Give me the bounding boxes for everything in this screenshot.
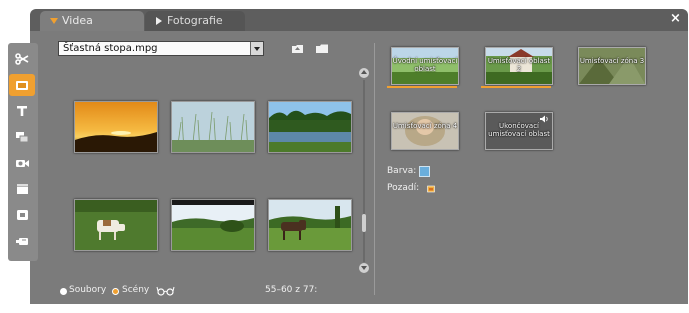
transition-tool-button[interactable]: [9, 126, 35, 148]
scenes-radio[interactable]: [112, 288, 119, 295]
title-icon: [17, 106, 27, 116]
glasses-icon[interactable]: [156, 286, 176, 296]
menu-button-4-label: Umisťovací zóna 4: [392, 122, 458, 130]
horse-image: [269, 200, 351, 250]
scissors-tool-button[interactable]: [9, 48, 35, 70]
menu-button-5[interactable]: Ukončovací umisťovací oblast: [485, 112, 553, 150]
title-tool-button[interactable]: [9, 100, 35, 122]
file-select-value: Šťastná stopa.mpg: [63, 43, 158, 54]
selection-underline: [387, 86, 457, 88]
plug-icon: [16, 237, 28, 245]
chevron-down-icon[interactable]: [250, 42, 263, 55]
menu-button-1[interactable]: Úvodní umisťovací oblast: [391, 47, 459, 85]
thumbnail-grass-sky[interactable]: [171, 101, 255, 153]
plug-tool-button[interactable]: [9, 230, 35, 252]
tab-videos-label: Videa: [62, 14, 93, 27]
menu-button-5-label: Ukončovací umisťovací oblast: [488, 122, 550, 138]
folder-up-icon[interactable]: [291, 43, 304, 54]
lake-image: [269, 102, 351, 152]
collapse-triangle-icon: [156, 17, 162, 25]
background-picker-icon[interactable]: [427, 185, 435, 193]
scroll-up-icon[interactable]: [359, 68, 369, 78]
menu-button-4[interactable]: Umisťovací zóna 4: [391, 112, 459, 150]
transition-icon: [16, 132, 29, 143]
camera-tool-button[interactable]: [9, 152, 35, 174]
menu-button-2-label: Umisťovací oblast 2: [487, 57, 551, 73]
selection-underline: [481, 86, 551, 88]
folder-icon[interactable]: [315, 43, 329, 54]
disc-icon: [16, 210, 28, 220]
scenes-radio-label: Scény: [122, 285, 150, 295]
page-range: 55–60 z 77:: [265, 285, 318, 295]
camera-icon: [15, 159, 29, 167]
tab-photos[interactable]: Fotografie: [145, 11, 245, 31]
tab-videos[interactable]: Videa: [40, 11, 144, 31]
scroll-thumb[interactable]: [362, 214, 366, 232]
menu-icon: [16, 80, 28, 90]
scroll-track[interactable]: [363, 80, 365, 262]
thumbnail-lake[interactable]: [268, 101, 352, 153]
landscape-image: [172, 200, 254, 250]
menu-button-3-preview: [579, 48, 645, 84]
thumbnail-scrollbar[interactable]: [359, 68, 369, 273]
tab-photos-label: Fotografie: [167, 14, 223, 27]
clapper-tool-button[interactable]: [9, 178, 35, 200]
speaker-icon: [540, 115, 548, 123]
files-radio-label: Soubory: [69, 285, 107, 295]
files-radio[interactable]: [60, 288, 67, 295]
menu-button-3-label: Umisťovací zóna 3: [579, 57, 645, 65]
thumbnail-sunset[interactable]: [74, 101, 158, 153]
menu-tool-button[interactable]: [9, 74, 35, 96]
sunset-image: [75, 102, 157, 152]
color-swatch[interactable]: [419, 166, 430, 177]
cow-image: [75, 200, 157, 250]
file-select[interactable]: Šťastná stopa.mpg: [58, 41, 264, 56]
thumbnail-cow[interactable]: [74, 199, 158, 251]
menu-button-3[interactable]: Umisťovací zóna 3: [578, 47, 646, 85]
menu-button-4-preview: [392, 113, 458, 149]
menu-button-2[interactable]: Umisťovací oblast 2: [485, 47, 553, 85]
thumbnail-horse[interactable]: [268, 199, 352, 251]
color-label: Barva:: [387, 166, 417, 176]
thumbnail-landscape[interactable]: [171, 199, 255, 251]
app-window: Videa Fotografie × Šťastná stopa.mpg Sou…: [0, 0, 689, 313]
scroll-down-icon[interactable]: [359, 263, 369, 273]
clapper-icon: [16, 184, 28, 194]
grass-sky-image: [172, 102, 254, 152]
scissors-icon: [15, 53, 29, 65]
menu-button-1-label: Úvodní umisťovací oblast: [392, 57, 458, 73]
background-label: Pozadí:: [387, 183, 420, 193]
disc-tool-button[interactable]: [9, 204, 35, 226]
expand-triangle-icon: [50, 18, 58, 24]
pane-divider: [374, 43, 375, 295]
close-button[interactable]: ×: [670, 11, 681, 26]
